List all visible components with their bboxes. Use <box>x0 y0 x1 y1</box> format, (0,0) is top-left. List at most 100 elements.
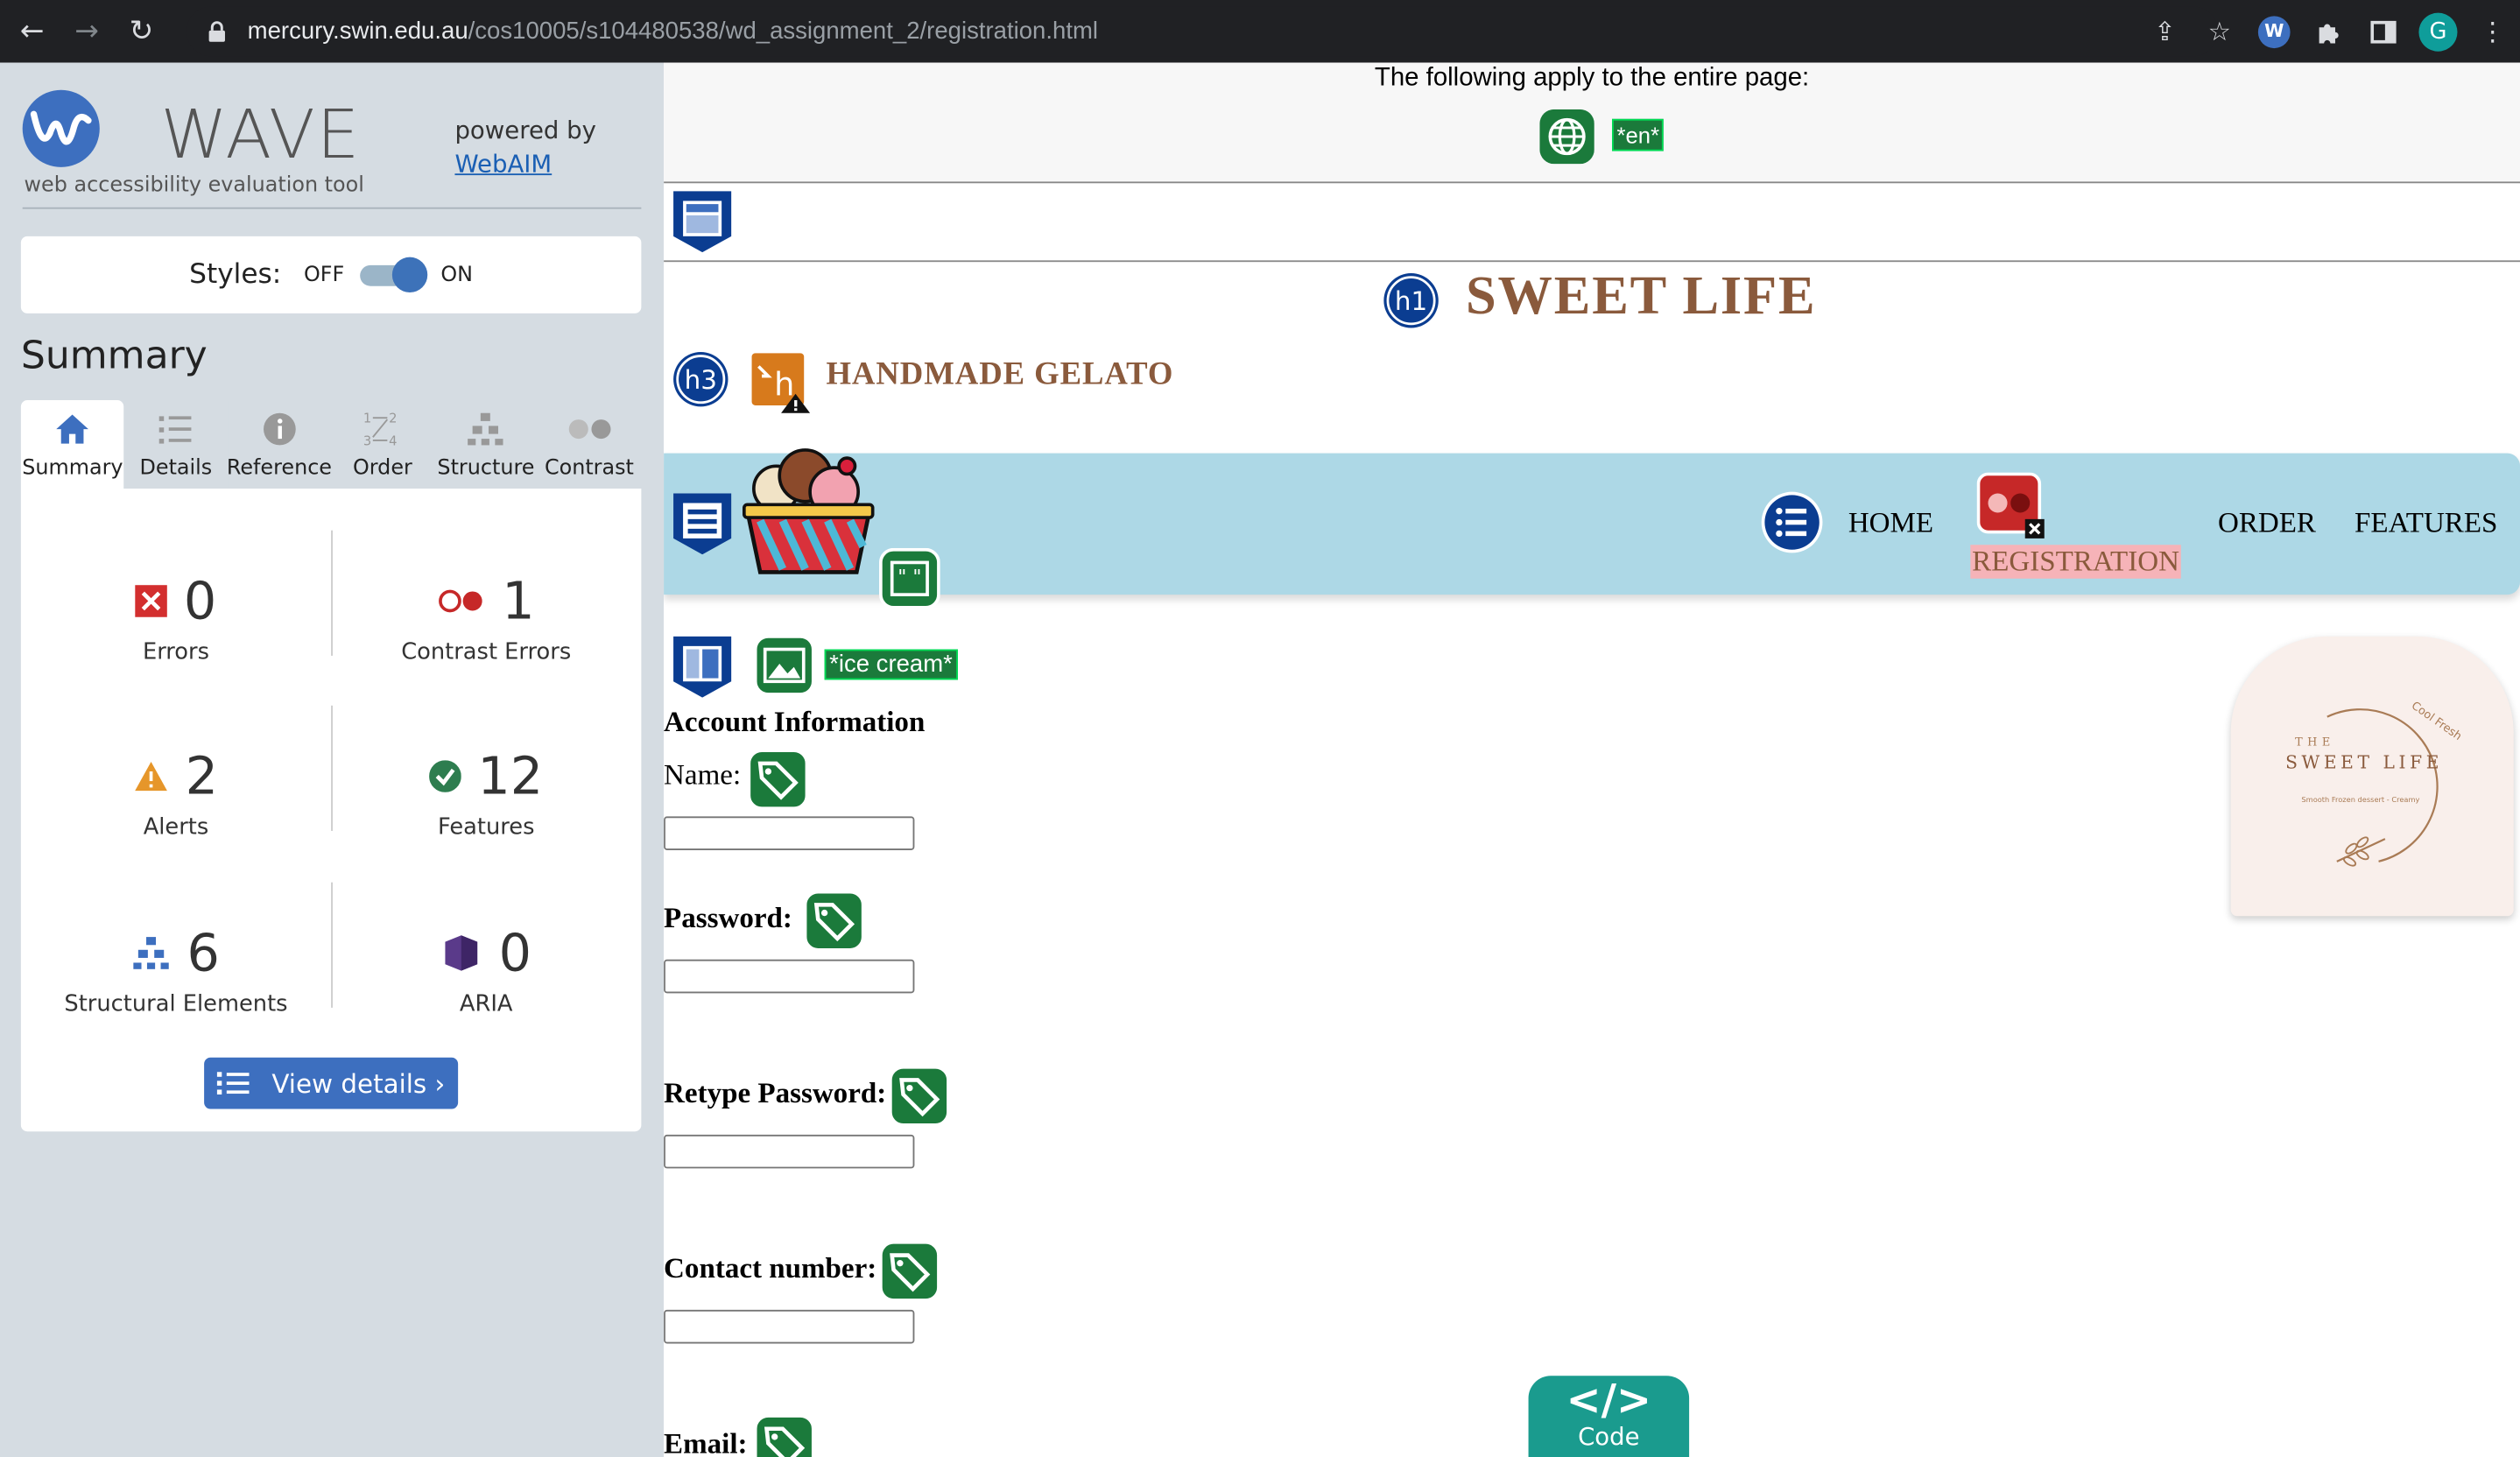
heading-h3-icon[interactable]: h3 <box>672 350 729 408</box>
nav-order-link[interactable]: ORDER <box>2218 506 2316 540</box>
password-input[interactable] <box>664 959 915 994</box>
form-heading: Account Information <box>664 705 926 738</box>
code-panel-toggle[interactable]: </> Code <box>1528 1376 1690 1457</box>
form-label-tag-icon[interactable] <box>747 749 809 811</box>
svg-text:SWEET LIFE: SWEET LIFE <box>2285 751 2443 772</box>
code-label: Code <box>1578 1422 1640 1452</box>
retype-password-input[interactable] <box>664 1134 915 1169</box>
wave-extension-icon[interactable]: W <box>2247 0 2301 63</box>
tab-structure[interactable]: Structure <box>433 400 538 489</box>
alert-icon <box>134 760 169 792</box>
svg-text:h3: h3 <box>685 365 717 395</box>
svg-text:" ": " " <box>897 567 921 588</box>
page-content: The following apply to the entire page: … <box>664 62 2520 1457</box>
svg-text:h: h <box>774 366 794 404</box>
contrast-errors-stat[interactable]: 1 Contrast Errors <box>331 569 641 665</box>
features-stat[interactable]: 12 Features <box>331 744 641 841</box>
site-title: SWEET LIFE <box>1465 266 1817 327</box>
contrast-error-icon <box>438 588 486 614</box>
address-bar[interactable]: mercury.swin.edu.au/cos10005/s104480538/… <box>186 6 2218 57</box>
view-details-button[interactable]: View details › <box>204 1057 459 1109</box>
contrast-error-marker-icon[interactable] <box>1976 472 2048 540</box>
form-label-tag-icon[interactable] <box>753 1414 815 1457</box>
contact-number-input[interactable] <box>664 1309 915 1344</box>
tab-order[interactable]: 1234 Order <box>330 400 434 489</box>
tab-reference[interactable]: Reference <box>227 400 332 489</box>
language-globe-icon[interactable] <box>1539 109 1594 165</box>
ice-cream-logo-image <box>743 448 875 574</box>
divider <box>22 207 642 209</box>
lock-icon <box>208 20 225 41</box>
header-landmark-icon[interactable] <box>670 188 734 253</box>
summary-heading: Summary <box>20 332 208 378</box>
order-icon: 1 2 3 4 <box>363 408 402 450</box>
svg-text:2: 2 <box>389 412 397 426</box>
contrast-icon <box>565 408 613 450</box>
svg-text:1: 1 <box>363 412 371 426</box>
svg-text:THE: THE <box>2295 736 2335 750</box>
image-alt-text-icon[interactable]: " " <box>879 547 940 609</box>
language-tag: *en* <box>1612 118 1665 151</box>
password-label: Password: <box>664 901 792 934</box>
tab-contrast[interactable]: Contrast <box>537 400 641 489</box>
page-level-annotations: The following apply to the entire page: … <box>664 62 2520 184</box>
form-label-tag-icon[interactable] <box>879 1241 940 1302</box>
info-icon <box>262 408 297 450</box>
structural-elements-stat[interactable]: 6 Structural Elements <box>21 921 331 1017</box>
profile-avatar[interactable]: G <box>2411 0 2465 63</box>
reload-icon[interactable]: ↻ <box>119 9 164 53</box>
heading-h1-icon[interactable]: h1 <box>1383 271 1440 329</box>
aria-stat[interactable]: 0 ARIA <box>331 921 641 1017</box>
summary-panel: 0 Errors 1 Contrast Errors 2 Alerts 12 F… <box>20 488 642 1132</box>
main-landmark-icon[interactable] <box>670 633 734 698</box>
sweet-life-logo-card: Cool Fresh THE SWEET LIFE Smooth Frozen … <box>2230 636 2514 917</box>
sweet-life-logo-image: Cool Fresh THE SWEET LIFE Smooth Frozen … <box>2285 700 2464 867</box>
forward-icon[interactable]: → <box>64 9 109 53</box>
back-icon[interactable]: ← <box>10 9 54 53</box>
alt-text-tag: *ice cream* <box>824 649 958 680</box>
email-label: Email: <box>664 1426 748 1457</box>
name-label: Name: <box>664 758 742 792</box>
wave-logo-icon <box>22 89 100 167</box>
wave-brand: WAVE <box>160 95 362 174</box>
apply-text: The following apply to the entire page: <box>1374 64 1810 92</box>
wave-tabs: Summary Details Reference 1234 Order Str… <box>20 400 642 489</box>
svg-text:Smooth Frozen dessert - Creamy: Smooth Frozen dessert - Creamy <box>2301 795 2419 804</box>
contact-number-label: Contact number: <box>664 1251 877 1285</box>
bookmark-star-icon[interactable]: ☆ <box>2193 0 2247 63</box>
styles-toggle-box: Styles: OFF ON <box>20 236 642 313</box>
wave-sidebar: WAVE web accessibility evaluation tool p… <box>0 62 665 1457</box>
powered-by-text: powered by <box>454 116 596 145</box>
menu-kebab-icon[interactable]: ⋮ <box>2466 0 2520 63</box>
form-label-tag-icon[interactable] <box>803 890 865 952</box>
structure-icon <box>467 408 505 450</box>
styles-label: Styles: <box>189 258 282 292</box>
nav-registration-link[interactable]: REGISTRATION <box>1970 545 2181 579</box>
side-panel-icon[interactable] <box>2356 0 2411 63</box>
retype-password-label: Retype Password: <box>664 1076 887 1109</box>
tab-summary[interactable]: Summary <box>20 400 124 489</box>
nav-features-link[interactable]: FEATURES <box>2355 506 2497 540</box>
styles-toggle[interactable] <box>357 257 428 293</box>
error-icon <box>135 585 168 617</box>
alerts-stat[interactable]: 2 Alerts <box>21 744 331 841</box>
form-label-tag-icon[interactable] <box>889 1065 950 1127</box>
svg-text:4: 4 <box>389 433 397 448</box>
skipped-heading-alert-icon[interactable]: h <box>749 350 813 414</box>
tab-details[interactable]: Details <box>123 400 228 489</box>
webaim-link[interactable]: WebAIM <box>454 150 552 179</box>
image-with-alt-icon[interactable] <box>753 635 815 696</box>
unordered-list-icon[interactable] <box>1760 490 1824 554</box>
nav-home-link[interactable]: HOME <box>1848 506 1933 540</box>
extensions-puzzle-icon[interactable] <box>2301 0 2355 63</box>
styles-on-label: ON <box>440 263 474 287</box>
errors-stat[interactable]: 0 Errors <box>21 569 331 665</box>
svg-text:h1: h1 <box>1395 286 1427 316</box>
navigation-landmark-icon[interactable] <box>670 490 734 555</box>
svg-text:3: 3 <box>363 433 371 448</box>
wave-tagline: web accessibility evaluation tool <box>24 173 364 198</box>
name-input[interactable] <box>664 816 915 850</box>
share-icon[interactable]: ⇪ <box>2137 0 2192 63</box>
site-subtitle: HANDMADE GELATO <box>826 356 1174 392</box>
styles-off-label: OFF <box>304 263 345 287</box>
